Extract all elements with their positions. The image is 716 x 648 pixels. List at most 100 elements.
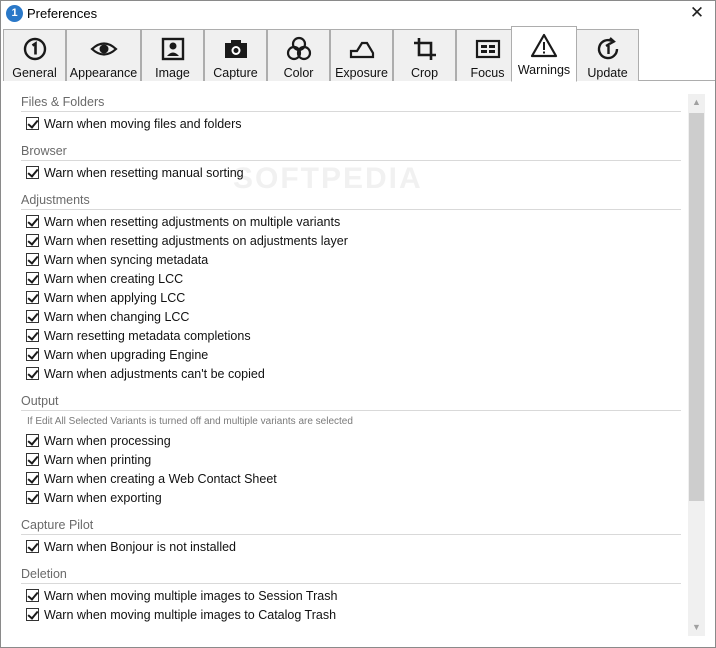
checkbox-label: Warn when moving files and folders — [44, 116, 242, 131]
section-title: Deletion — [21, 566, 681, 584]
checkbox[interactable] — [26, 367, 39, 380]
tab-capture[interactable]: Capture — [204, 29, 267, 81]
window-title: Preferences — [27, 6, 98, 21]
checkbox-label: Warn resetting metadata completions — [44, 328, 251, 343]
checkbox-row[interactable]: Warn when resetting manual sorting — [21, 163, 681, 182]
section-title: Browser — [21, 143, 681, 161]
warnings-panel: SOFTPEDIA Files & Folders Warn when movi… — [3, 82, 715, 647]
focus-icon — [475, 39, 500, 59]
tab-appearance[interactable]: Appearance — [66, 29, 141, 81]
checkbox-label: Warn when moving multiple images to Cata… — [44, 607, 337, 622]
checkbox[interactable] — [26, 453, 39, 466]
crop-icon — [413, 38, 436, 60]
scroll-down-button[interactable]: ▼ — [688, 619, 705, 636]
checkbox[interactable] — [26, 166, 39, 179]
checkbox-label: Warn when moving multiple images to Sess… — [44, 588, 338, 603]
tab-color[interactable]: Color — [267, 29, 330, 81]
checkbox[interactable] — [26, 234, 39, 247]
section-title: Output — [21, 393, 681, 411]
checkbox-row[interactable]: Warn when Bonjour is not installed — [21, 537, 681, 556]
checkbox-row[interactable]: Warn when changing LCC — [21, 307, 681, 326]
tab-label: Focus — [470, 66, 505, 80]
section-capture-pilot: Capture Pilot Warn when Bonjour is not i… — [21, 517, 681, 556]
checkbox[interactable] — [26, 310, 39, 323]
checkbox-label: Warn when adjustments can't be copied — [44, 366, 265, 381]
tab-label: General — [12, 66, 57, 80]
tab-exposure[interactable]: Exposure — [330, 29, 393, 81]
checkbox-label: Warn when resetting adjustments on adjus… — [44, 233, 348, 248]
checkbox[interactable] — [26, 272, 39, 285]
preferences-window: 1 Preferences ✕ General Appearance Image… — [0, 0, 716, 648]
checkbox-row[interactable]: Warn when processing — [21, 431, 681, 450]
image-icon — [161, 37, 184, 61]
checkbox-label: Warn when creating LCC — [44, 271, 184, 286]
tab-update[interactable]: Update — [576, 29, 639, 81]
settings-list: Files & Folders Warn when moving files a… — [21, 94, 681, 634]
checkbox-label: Warn when processing — [44, 433, 171, 448]
section-files-folders: Files & Folders Warn when moving files a… — [21, 94, 681, 133]
update-icon — [597, 37, 618, 60]
section-title: Files & Folders — [21, 94, 681, 112]
tab-label: Capture — [213, 66, 258, 80]
camera-icon — [224, 40, 247, 58]
scroll-up-button[interactable]: ▲ — [688, 94, 705, 111]
tab-image[interactable]: Image — [141, 29, 204, 81]
app-logo-icon: 1 — [6, 5, 23, 22]
checkbox[interactable] — [26, 215, 39, 228]
checkbox-label: Warn when Bonjour is not installed — [44, 539, 236, 554]
checkbox-row[interactable]: Warn when upgrading Engine — [21, 345, 681, 364]
section-title: Adjustments — [21, 192, 681, 210]
checkbox[interactable] — [26, 434, 39, 447]
vertical-scrollbar[interactable]: ▲ ▼ — [688, 94, 705, 636]
section-adjustments: Adjustments Warn when resetting adjustme… — [21, 192, 681, 383]
checkbox-label: Warn when upgrading Engine — [44, 347, 209, 362]
checkbox-row[interactable]: Warn when exporting — [21, 488, 681, 507]
checkbox[interactable] — [26, 348, 39, 361]
checkbox-label: Warn when resetting adjustments on multi… — [44, 214, 341, 229]
checkbox-row[interactable]: Warn when printing — [21, 450, 681, 469]
checkbox-row[interactable]: Warn when moving multiple images to Cata… — [21, 605, 681, 624]
checkbox-row[interactable]: Warn when moving multiple images to Sess… — [21, 586, 681, 605]
checkbox[interactable] — [26, 329, 39, 342]
checkbox[interactable] — [26, 540, 39, 553]
checkbox-label: Warn when exporting — [44, 490, 162, 505]
general-icon — [23, 37, 46, 61]
checkbox[interactable] — [26, 589, 39, 602]
checkbox-label: Warn when resetting manual sorting — [44, 165, 244, 180]
checkbox-label: Warn when creating a Web Contact Sheet — [44, 471, 277, 486]
checkbox-row[interactable]: Warn when creating a Web Contact Sheet — [21, 469, 681, 488]
checkbox[interactable] — [26, 608, 39, 621]
checkbox-label: Warn when printing — [44, 452, 152, 467]
section-note: If Edit All Selected Variants is turned … — [27, 416, 353, 427]
checkbox[interactable] — [26, 117, 39, 130]
title-bar: 1 Preferences ✕ — [1, 1, 715, 27]
checkbox-row[interactable]: Warn when resetting adjustments on adjus… — [21, 231, 681, 250]
checkbox[interactable] — [26, 491, 39, 504]
checkbox-label: Warn when changing LCC — [44, 309, 190, 324]
tab-label: Appearance — [69, 66, 138, 80]
color-circles-icon — [286, 36, 311, 61]
checkbox-row[interactable]: Warn when adjustments can't be copied — [21, 364, 681, 383]
checkbox-row[interactable]: Warn when resetting adjustments on multi… — [21, 212, 681, 231]
checkbox-row[interactable]: Warn when syncing metadata — [21, 250, 681, 269]
tab-general[interactable]: General — [3, 29, 66, 81]
tab-label: Update — [587, 66, 628, 80]
checkbox[interactable] — [26, 253, 39, 266]
close-button[interactable]: ✕ — [687, 3, 707, 23]
tab-warnings[interactable]: Warnings — [511, 26, 577, 82]
checkbox-row[interactable]: Warn resetting metadata completions — [21, 326, 681, 345]
tab-focus[interactable]: Focus — [456, 29, 519, 81]
tab-crop[interactable]: Crop — [393, 29, 456, 81]
checkbox-row[interactable]: Warn when moving files and folders — [21, 114, 681, 133]
tab-label: Exposure — [335, 66, 388, 80]
checkbox[interactable] — [26, 291, 39, 304]
section-deletion: Deletion Warn when moving multiple image… — [21, 566, 681, 624]
checkbox-row[interactable]: Warn when creating LCC — [21, 269, 681, 288]
scroll-thumb[interactable] — [689, 113, 704, 501]
checkbox[interactable] — [26, 472, 39, 485]
eye-icon — [89, 42, 118, 56]
checkbox-label: Warn when syncing metadata — [44, 252, 209, 267]
warning-icon — [530, 33, 558, 58]
tab-bar: General Appearance Image Capture Color E… — [3, 26, 715, 82]
checkbox-row[interactable]: Warn when applying LCC — [21, 288, 681, 307]
